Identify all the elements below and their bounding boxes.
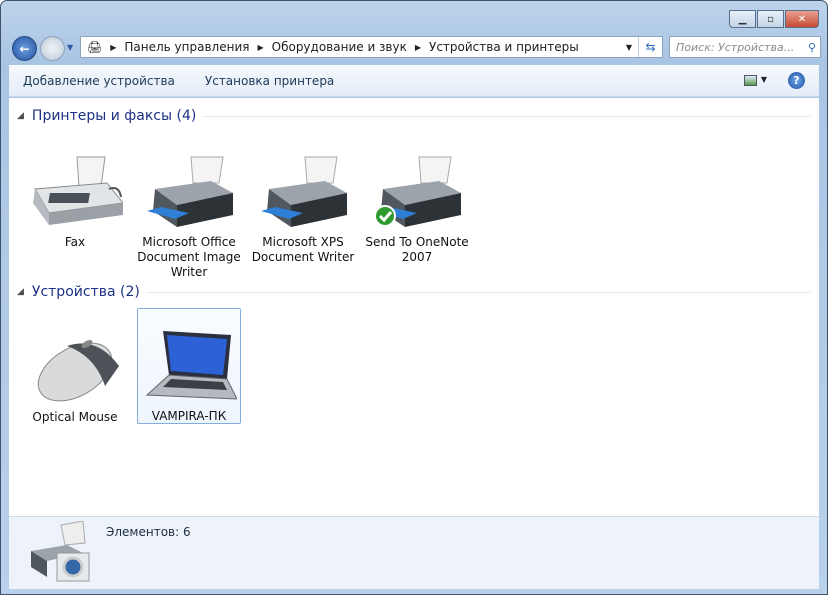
collapse-icon[interactable]: ◢ <box>17 287 24 297</box>
device-label: Send To OneNote 2007 <box>365 235 469 264</box>
group-header-devices[interactable]: ◢ Устройства (2) <box>17 284 811 300</box>
printer-icon <box>369 153 465 233</box>
search-placeholder: Поиск: Устройства... <box>676 40 795 54</box>
details-pane: Элементов: 6 <box>9 516 819 589</box>
add-printer-button[interactable]: Установка принтера <box>191 74 348 88</box>
collapse-icon[interactable]: ◢ <box>17 111 24 121</box>
devices-view: ◢ Принтеры и факсы (4) Fax Microsoft Offi… <box>9 98 819 516</box>
address-dropdown-icon[interactable]: ▼ <box>626 43 632 52</box>
refresh-icon[interactable]: ⇆ <box>638 37 662 57</box>
back-button[interactable]: ← <box>12 36 37 61</box>
breadcrumb-item[interactable]: Панель управления <box>124 40 249 54</box>
device-label: Microsoft Office Document Image Writer <box>137 235 241 279</box>
fax-icon <box>27 153 124 233</box>
add-device-button[interactable]: Добавление устройства <box>9 74 189 88</box>
device-office-image-writer[interactable]: Microsoft Office Document Image Writer <box>137 153 241 280</box>
minimize-button[interactable]: ▁ <box>729 10 756 28</box>
device-label: Optical Mouse <box>32 410 118 424</box>
command-bar: Добавление устройства Установка принтера… <box>9 65 819 97</box>
breadcrumb-item[interactable]: Оборудование и звук <box>272 40 407 54</box>
device-label: Microsoft XPS Document Writer <box>251 235 355 264</box>
printer-icon <box>255 153 351 233</box>
group-title: Устройства (2) <box>31 284 140 300</box>
search-icon[interactable]: ⚲ <box>808 41 816 54</box>
devices-printers-icon <box>31 521 90 582</box>
breadcrumb-item[interactable]: Устройства и принтеры <box>429 40 579 54</box>
device-mouse[interactable]: Optical Mouse <box>23 328 127 425</box>
help-icon[interactable]: ? <box>788 72 805 89</box>
device-xps-writer[interactable]: Microsoft XPS Document Writer <box>251 153 355 265</box>
group-header-printers[interactable]: ◢ Принтеры и факсы (4) <box>17 108 811 124</box>
view-dropdown-icon[interactable]: ▼ <box>761 75 767 84</box>
window: ▁ ▫ ✕ ← → ▼ 🖨 ▶ Панель управления ▶ Оборуд… <box>0 0 828 595</box>
close-button[interactable]: ✕ <box>785 10 819 28</box>
history-dropdown-icon[interactable]: ▼ <box>67 43 73 52</box>
maximize-button[interactable]: ▫ <box>757 10 784 28</box>
device-label: VAMPIRA-ПК <box>151 409 227 423</box>
view-options-icon[interactable] <box>744 75 757 86</box>
search-input[interactable]: Поиск: Устройства... ⚲ <box>669 36 821 58</box>
group-title: Принтеры и факсы (4) <box>31 108 197 124</box>
laptop-icon <box>141 327 238 407</box>
devices-printers-icon: 🖨 <box>87 40 103 54</box>
printer-icon <box>141 153 237 233</box>
device-onenote[interactable]: Send To OneNote 2007 <box>365 153 469 265</box>
device-computer[interactable]: VAMPIRA-ПК <box>137 308 241 424</box>
mouse-icon <box>27 328 123 408</box>
forward-button[interactable]: → <box>40 36 65 61</box>
device-fax[interactable]: Fax <box>23 153 127 250</box>
address-bar[interactable]: 🖨 ▶ Панель управления ▶ Оборудование и зву… <box>80 36 663 58</box>
device-label: Fax <box>64 235 86 249</box>
item-count: Элементов: 6 <box>106 525 191 539</box>
